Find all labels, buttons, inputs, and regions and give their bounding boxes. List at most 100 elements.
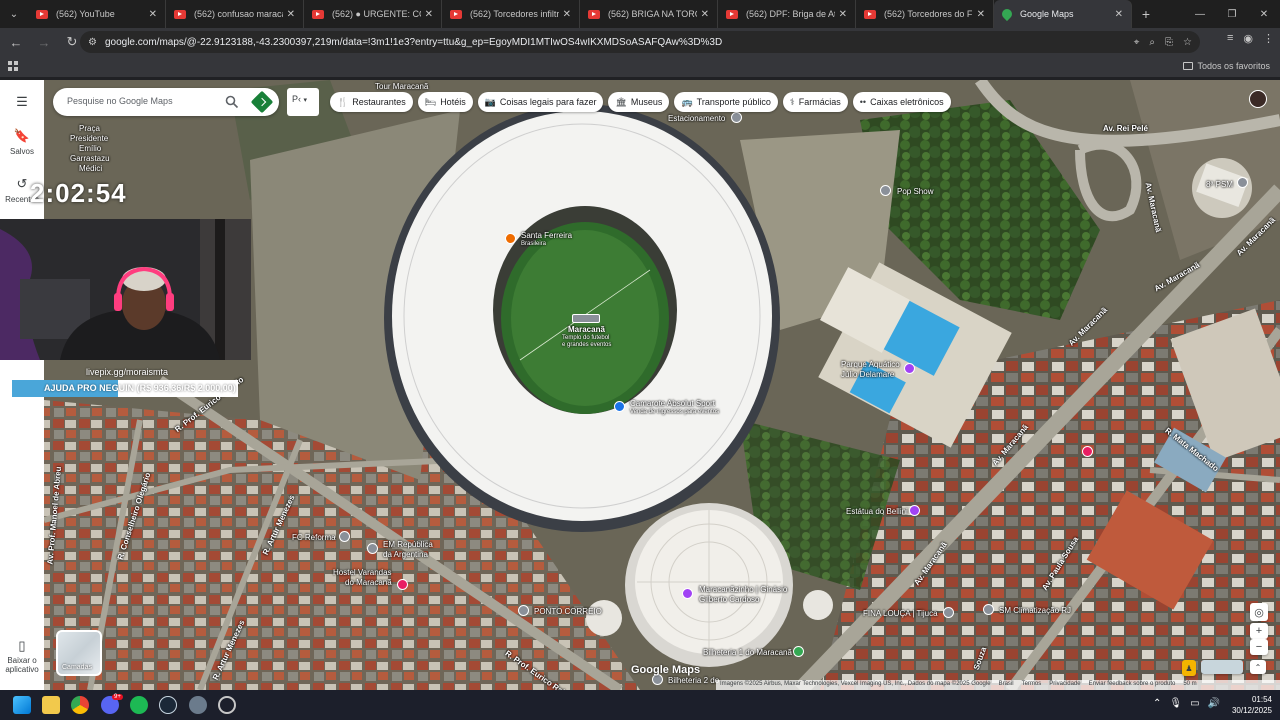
download-app-button[interactable]: ▯ Baixar o aplicativo	[0, 638, 44, 674]
file-explorer-icon[interactable]	[42, 696, 60, 714]
all-bookmarks-button[interactable]: Todos os favoritos	[1183, 61, 1270, 71]
map-type-thumbnails[interactable]	[1201, 660, 1243, 674]
aquatic-park-pin-icon[interactable]	[904, 363, 915, 374]
store-pin-icon[interactable]	[943, 607, 954, 618]
saved-button[interactable]: 🔖 Salvos	[0, 128, 44, 156]
site-info-icon[interactable]: ⚙	[88, 37, 97, 48]
pop-show-pin-icon[interactable]	[880, 185, 891, 196]
tab-close-icon[interactable]: ✕	[425, 9, 433, 20]
tab-close-icon[interactable]: ✕	[1115, 9, 1123, 20]
address-bar[interactable]: ⚙ google.com/maps/@-22.9123188,-43.23003…	[80, 31, 1200, 53]
estacionamento-label[interactable]: Estacionamento	[668, 114, 725, 123]
bilheteria-2-label[interactable]: Bilheteria 2 do	[668, 676, 719, 685]
expand-button[interactable]: ⌃	[1250, 660, 1266, 674]
browser-tab[interactable]: (562) ● URGENTE: CONF ✕	[304, 0, 442, 28]
ticket-pin-icon[interactable]	[614, 401, 625, 412]
mode-selector[interactable]: P‹ ▾	[287, 88, 319, 116]
tab-close-icon[interactable]: ✕	[149, 9, 157, 20]
category-chip[interactable]: 🛏 Hotéis	[417, 92, 473, 112]
browser-tab[interactable]: (562) YouTube ✕	[28, 0, 166, 28]
tab-close-icon[interactable]: ✕	[287, 9, 295, 20]
clock-app-icon[interactable]	[218, 696, 236, 714]
media-control-icon[interactable]: ≡	[1227, 32, 1233, 45]
tab-close-icon[interactable]: ✕	[701, 9, 709, 20]
parque-aquatico-label[interactable]: Parque Aquático	[841, 360, 900, 369]
zoom-in-button[interactable]: +	[1250, 623, 1268, 639]
climatizacao-pin-icon[interactable]	[983, 604, 994, 615]
layers-button[interactable]: Camadas	[56, 630, 102, 676]
category-chip[interactable]: •• Caixas eletrônicos	[852, 92, 951, 112]
fina-louca-label[interactable]: FINA LOUÇA | Tijuca	[863, 609, 938, 618]
profile-icon[interactable]: ◉	[1243, 32, 1253, 45]
praca-label[interactable]: Praça	[79, 124, 100, 133]
taskbar-clock[interactable]: 01:54 30/12/2025	[1232, 694, 1272, 716]
category-chip[interactable]: ⚕ Farmácias	[782, 92, 848, 112]
hotel-pin-icon[interactable]	[397, 579, 408, 590]
estatua-bellini-label[interactable]: Estátua do Bellini	[846, 507, 908, 516]
browser-tab[interactable]: (562) confusao maracanã ✕	[166, 0, 304, 28]
camarote-label[interactable]: Camarote Absolut Sport	[630, 399, 715, 408]
zoom-out-button[interactable]: −	[1250, 639, 1268, 655]
bilheteria-label[interactable]: Bilheteria 1 do Maracanã	[703, 648, 792, 657]
category-chip[interactable]: 📷 Coisas legais para fazer	[477, 92, 604, 112]
school-pin-icon[interactable]	[367, 543, 378, 554]
attribution-item[interactable]: Termos	[1022, 681, 1042, 689]
attribution-item[interactable]: Enviar feedback sobre o produto	[1089, 681, 1176, 689]
statue-pin-icon[interactable]	[909, 505, 920, 516]
microphone-icon[interactable]: 🎙	[1169, 698, 1182, 709]
pegman-button[interactable]: ♟	[1182, 660, 1196, 676]
tab-close-icon[interactable]: ✕	[977, 9, 985, 20]
fc-reforma-label[interactable]: FC Reforma	[292, 533, 336, 542]
maximize-button[interactable]: ❐	[1216, 0, 1248, 28]
pop-show-label[interactable]: Pop Show	[897, 187, 933, 196]
ticket-office-pin-icon[interactable]	[793, 646, 804, 657]
psm-label[interactable]: 8ª PSM	[1206, 180, 1233, 189]
parking-pin-icon[interactable]	[731, 112, 742, 123]
sm-climatizacao-label[interactable]: SM Climatização RJ	[999, 606, 1071, 615]
windows-start-icon[interactable]	[13, 696, 31, 714]
forward-button[interactable]: →	[32, 30, 56, 54]
attribution-item[interactable]: Privacidade	[1049, 681, 1080, 689]
search-icon[interactable]	[225, 95, 239, 109]
hostel-label[interactable]: Hostel Varandas	[333, 568, 392, 577]
chrome-icon[interactable]	[71, 696, 89, 714]
directions-icon[interactable]	[250, 90, 274, 114]
volume-icon[interactable]: 🔊	[1208, 698, 1220, 709]
maracana-label[interactable]: Maracanã	[568, 325, 605, 334]
browser-tab[interactable]: Google Maps ✕	[994, 0, 1132, 28]
gym-pin-icon[interactable]	[682, 588, 693, 599]
category-chip[interactable]: 🍴 Restaurantes	[330, 92, 413, 112]
apps-icon[interactable]	[8, 61, 18, 71]
post-pin-icon[interactable]	[518, 605, 529, 616]
browser-menu-icon[interactable]: ⋮	[1263, 32, 1274, 45]
tab-close-icon[interactable]: ✕	[563, 9, 571, 20]
stadium-pin-icon[interactable]	[572, 314, 600, 323]
browser-tab[interactable]: (562) BRIGA NA TORCIDA ✕	[580, 0, 718, 28]
attribution-item[interactable]: 50 m	[1183, 681, 1196, 689]
spotify-icon[interactable]	[130, 696, 148, 714]
location-icon[interactable]: ⌖	[1134, 37, 1140, 48]
restaurant-pin-icon[interactable]	[505, 233, 516, 244]
settings-app-icon[interactable]	[189, 696, 207, 714]
pharmacy-pin-icon[interactable]	[1082, 446, 1093, 457]
maracanazinho-label[interactable]: Maracanãzinho | Ginásio	[699, 585, 787, 594]
em-republica-label[interactable]: EM República	[383, 540, 433, 549]
install-app-icon[interactable]: ⎘	[1165, 37, 1173, 48]
my-location-button[interactable]: ◎	[1250, 603, 1268, 621]
new-tab-button[interactable]: +	[1132, 6, 1160, 22]
category-chip[interactable]: 🏛 Museus	[608, 92, 670, 112]
browser-tab[interactable]: (562) DPF: Briga de Atlét ✕	[718, 0, 856, 28]
category-chip[interactable]: 🚌 Transporte público	[674, 92, 778, 112]
attribution-item[interactable]: Brasil	[999, 681, 1014, 689]
tour-maracana-label[interactable]: Tour Maracanã	[375, 82, 428, 91]
browser-tab[interactable]: (562) Torcedores do FLAM ✕	[856, 0, 994, 28]
chevron-up-tray-icon[interactable]: ⌃	[1153, 698, 1161, 709]
fc-reforma-pin-icon[interactable]	[339, 531, 350, 542]
tab-search-button[interactable]: ⌄	[0, 0, 28, 28]
santa-ferreira-label[interactable]: Santa Ferreira	[521, 231, 572, 240]
minimize-button[interactable]: —	[1184, 0, 1216, 28]
menu-button[interactable]: ☰	[0, 94, 44, 113]
psm-pin-icon[interactable]	[1237, 177, 1248, 188]
browser-tab[interactable]: (562) Torcedores infiltrado ✕	[442, 0, 580, 28]
account-avatar[interactable]	[1249, 90, 1267, 108]
